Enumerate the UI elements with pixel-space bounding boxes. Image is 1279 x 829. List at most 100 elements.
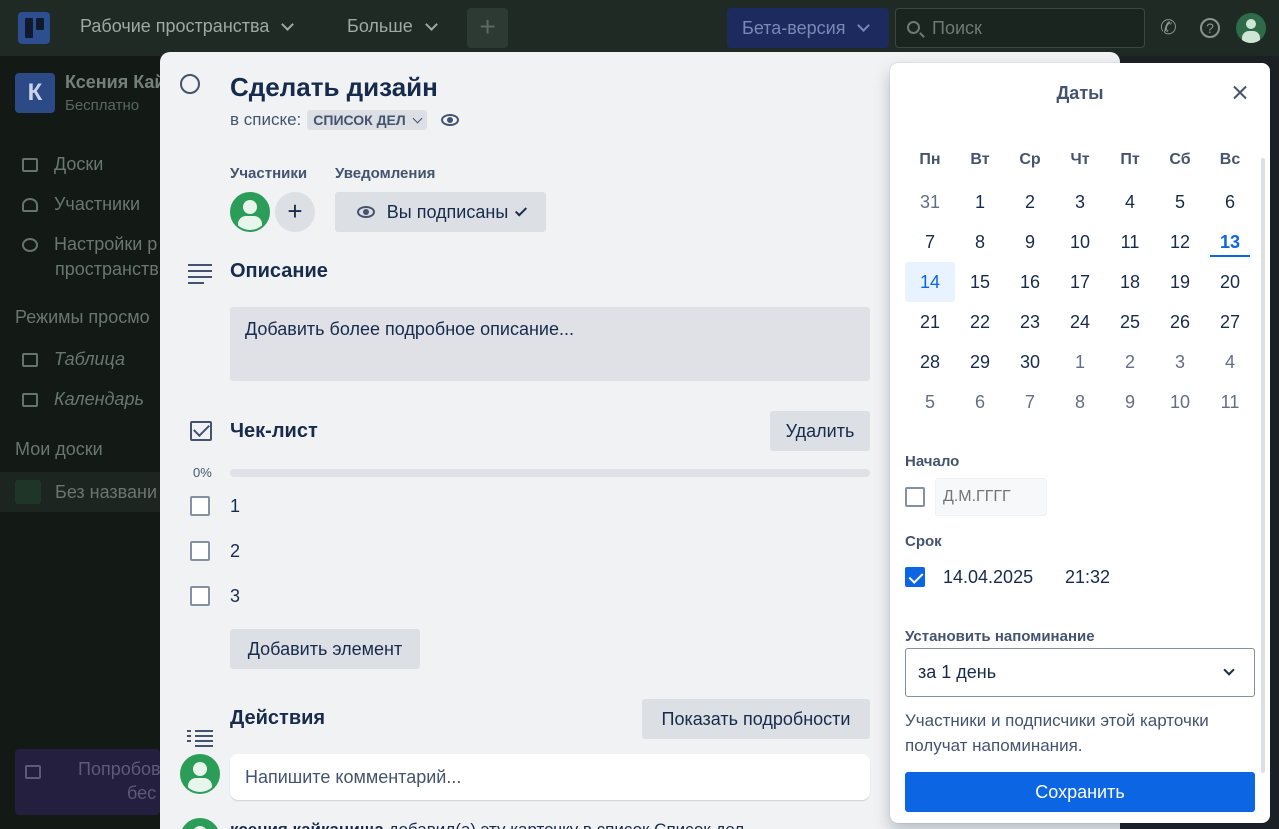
- help-icon[interactable]: ?: [1200, 18, 1220, 38]
- reminder-select[interactable]: за 1 день: [905, 648, 1255, 697]
- sidebar-item-calendar[interactable]: Календарь: [22, 389, 144, 410]
- calendar-day[interactable]: 10: [1055, 222, 1105, 262]
- calendar-day[interactable]: 15: [955, 262, 1005, 302]
- calendar-day[interactable]: 13: [1205, 222, 1255, 262]
- delete-checklist-button[interactable]: Удалить: [770, 411, 870, 451]
- comment-input[interactable]: Напишите комментарий...: [230, 754, 870, 800]
- sidebar-item-label: Доски: [54, 154, 104, 174]
- calendar-day[interactable]: 31: [905, 182, 955, 222]
- create-button[interactable]: +: [467, 8, 508, 48]
- complete-card-toggle[interactable]: [180, 74, 200, 94]
- checklist-item-checkbox[interactable]: [190, 541, 210, 561]
- calendar-day[interactable]: 1: [1055, 342, 1105, 382]
- member-avatar[interactable]: [230, 192, 270, 232]
- calendar-day[interactable]: 2: [1105, 342, 1155, 382]
- sidebar-item-members[interactable]: Участники: [22, 194, 140, 215]
- due-time-input[interactable]: 21:32: [1065, 567, 1110, 588]
- calendar-day[interactable]: 4: [1105, 182, 1155, 222]
- calendar-day[interactable]: 29: [955, 342, 1005, 382]
- sidebar-item-boards[interactable]: Доски: [22, 154, 103, 175]
- calendar-day[interactable]: 8: [1055, 382, 1105, 422]
- calendar-day[interactable]: 27: [1205, 302, 1255, 342]
- calendar-day[interactable]: 12: [1155, 222, 1205, 262]
- calendar-day[interactable]: 4: [1205, 342, 1255, 382]
- checklist-item[interactable]: 1: [190, 496, 240, 516]
- subscribe-button[interactable]: Вы подписаны: [335, 192, 546, 232]
- calendar-day[interactable]: 22: [955, 302, 1005, 342]
- user-avatar[interactable]: [1236, 13, 1266, 43]
- calendar-day[interactable]: 6: [955, 382, 1005, 422]
- activity-author[interactable]: ксения кайкацища: [230, 820, 384, 829]
- trial-promo-button[interactable]: Попробов бес: [15, 749, 161, 815]
- calendar-day[interactable]: 7: [905, 222, 955, 262]
- add-member-button[interactable]: +: [275, 192, 315, 232]
- calendar-day[interactable]: 1: [955, 182, 1005, 222]
- calendar-day[interactable]: 8: [955, 222, 1005, 262]
- description-input[interactable]: Добавить более подробное описание...: [230, 307, 870, 381]
- more-menu[interactable]: Больше: [347, 16, 438, 37]
- calendar-day[interactable]: 20: [1205, 262, 1255, 302]
- checklist-progress-bar: [230, 469, 870, 477]
- search-input[interactable]: Поиск: [895, 8, 1145, 48]
- due-date-input[interactable]: 14.04.2025: [943, 567, 1033, 588]
- sidebar-board-item[interactable]: Без названи: [0, 472, 160, 512]
- sidebar-item-table[interactable]: Таблица: [22, 349, 125, 370]
- checklist-item-checkbox[interactable]: [190, 586, 210, 606]
- calendar-day[interactable]: 17: [1055, 262, 1105, 302]
- calendar-day[interactable]: 6: [1205, 182, 1255, 222]
- calendar-day[interactable]: 16: [1005, 262, 1055, 302]
- calendar-day[interactable]: 3: [1055, 182, 1105, 222]
- checklist-item-label[interactable]: 1: [230, 496, 240, 517]
- calendar-day[interactable]: 3: [1155, 342, 1205, 382]
- popover-scrollbar[interactable]: [1261, 158, 1265, 773]
- calendar-day[interactable]: 23: [1005, 302, 1055, 342]
- save-button[interactable]: Сохранить: [905, 772, 1255, 812]
- beta-version-button[interactable]: Бета-версия: [727, 8, 889, 48]
- checklist-item[interactable]: 3: [190, 586, 240, 606]
- start-date-input[interactable]: [935, 478, 1047, 516]
- calendar-day[interactable]: 11: [1105, 222, 1155, 262]
- sidebar-board-label: Без названи: [55, 482, 158, 502]
- calendar-day[interactable]: 14: [905, 262, 955, 302]
- checklist-item-checkbox[interactable]: [190, 496, 210, 516]
- list-selector[interactable]: СПИСОК ДЕЛ: [307, 110, 427, 130]
- workspace-avatar[interactable]: К: [15, 73, 55, 113]
- gear-icon: [22, 237, 38, 252]
- calendar-day[interactable]: 7: [1005, 382, 1055, 422]
- calendar-day[interactable]: 19: [1155, 262, 1205, 302]
- app-logo-icon[interactable]: [18, 12, 50, 44]
- workspace-name[interactable]: Ксения Кай: [65, 72, 166, 93]
- calendar-day[interactable]: 9: [1105, 382, 1155, 422]
- close-icon[interactable]: [1230, 83, 1250, 103]
- due-date-checkbox[interactable]: [905, 567, 925, 587]
- calendar-day[interactable]: 10: [1155, 382, 1205, 422]
- show-details-button[interactable]: Показать подробности: [642, 699, 870, 739]
- checklist-heading[interactable]: Чек-лист: [230, 420, 318, 443]
- checklist-item-label[interactable]: 3: [230, 586, 240, 607]
- add-checklist-item-button[interactable]: Добавить элемент: [230, 629, 420, 669]
- calendar-day[interactable]: 28: [905, 342, 955, 382]
- checklist-item-label[interactable]: 2: [230, 541, 240, 562]
- card-title[interactable]: Сделать дизайн: [230, 72, 438, 103]
- calendar-day[interactable]: 11: [1205, 382, 1255, 422]
- calendar-day[interactable]: 24: [1055, 302, 1105, 342]
- list-name: СПИСОК ДЕЛ: [313, 112, 406, 128]
- calendar-day[interactable]: 9: [1005, 222, 1055, 262]
- sidebar-item-settings[interactable]: Настройки р: [22, 234, 157, 255]
- megaphone-icon[interactable]: ✆: [1160, 15, 1177, 40]
- calendar-day[interactable]: 30: [1005, 342, 1055, 382]
- start-date-checkbox[interactable]: [905, 487, 925, 507]
- calendar-day[interactable]: 5: [1155, 182, 1205, 222]
- workspaces-menu[interactable]: Рабочие пространства: [80, 16, 295, 37]
- calendar-day[interactable]: 25: [1105, 302, 1155, 342]
- calendar-day[interactable]: 18: [1105, 262, 1155, 302]
- calendar-day[interactable]: 21: [905, 302, 955, 342]
- checklist-item[interactable]: 2: [190, 541, 240, 561]
- checklist-progress-percent: 0%: [193, 465, 212, 480]
- dates-popover: Даты Пн Вт Ср Чт Пт Сб Вс 31 1 2 3 4 5 6 7 8 9 10 11 12 13 14…: [890, 63, 1270, 823]
- sidebar-item-settings-line2[interactable]: пространств: [55, 259, 159, 280]
- calendar-day[interactable]: 5: [905, 382, 955, 422]
- comment-placeholder: Напишите комментарий...: [245, 766, 462, 787]
- calendar-day[interactable]: 2: [1005, 182, 1055, 222]
- calendar-day[interactable]: 26: [1155, 302, 1205, 342]
